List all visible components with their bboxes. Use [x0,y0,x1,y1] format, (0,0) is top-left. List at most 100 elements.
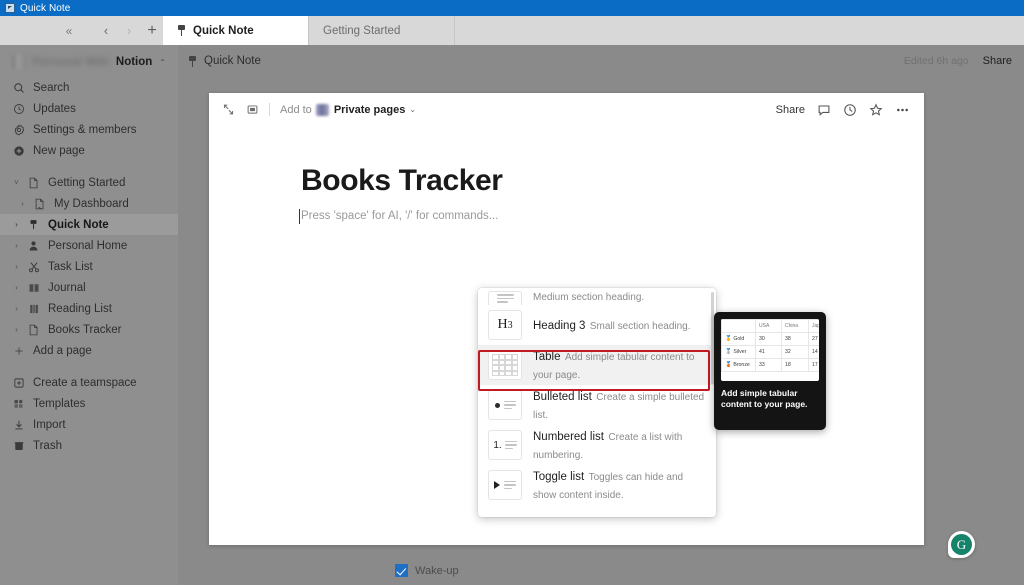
slash-menu-list: Medium section heading. H3 Heading 3 Sma… [478,288,716,505]
toolbar-divider [269,103,270,116]
forward-button[interactable]: › [118,19,140,43]
more-horizontal-icon[interactable] [895,103,910,117]
toggle-list-icon [488,470,522,500]
history-clock-icon[interactable] [843,103,857,117]
menu-item-text: Table Add simple tabular content to your… [533,347,706,383]
sidebar-item-getting-started[interactable]: ˅ Getting Started [0,172,178,193]
sidebar-item-books-tracker[interactable]: › Books Tracker [0,319,178,340]
comment-icon[interactable] [817,103,831,117]
table-cell: 17 [808,358,819,372]
menu-item-title: Toggle list [533,471,585,483]
chevron-right-icon[interactable]: › [12,283,21,292]
sidebar-item-label: Task List [48,260,93,273]
page-title[interactable]: Books Tracker [301,164,924,198]
sidebar-item-label: Journal [48,281,86,294]
sidebar-item-import[interactable]: Import [0,414,178,435]
menu-item-numbered-list[interactable]: 1. Numbered list Create a list with numb… [478,425,716,465]
pin-icon [188,55,197,67]
add-to-label: Add to [280,103,312,116]
plus-icon [12,344,25,357]
sidebar-item-task-list[interactable]: › Task List [0,256,178,277]
chevron-updown-icon: ⌃ [159,57,166,67]
row-label: Gold [733,336,745,342]
sidebar-item-journal[interactable]: › Journal [0,277,178,298]
table-row: 🥇 Gold 30 38 27 [721,332,819,346]
column-header: USA [755,319,782,333]
sidebar-item-my-dashboard[interactable]: › My Dashboard [0,193,178,214]
sidebar-item-templates[interactable]: Templates [0,393,178,414]
new-tab-button[interactable]: + [141,19,163,43]
sidebar-item-label: Import [33,418,66,431]
scissors-icon [27,260,40,273]
window-icon[interactable] [246,103,259,116]
chevron-right-icon[interactable]: › [12,241,21,250]
menu-item-text: Medium section heading. [533,288,644,305]
star-icon[interactable] [869,102,883,117]
window-titlebar: Quick Note [0,0,1024,16]
sidebar-item-label: Personal Home [48,239,128,252]
workspace-avatar [12,55,27,69]
sidebar-item-settings[interactable]: Settings & members [0,119,178,140]
expand-arrows-icon[interactable] [222,103,235,116]
sidebar-item-reading-list[interactable]: › Reading List [0,298,178,319]
sidebar-item-updates[interactable]: Updates [0,98,178,119]
table-row: 🥈 Silver 41 32 14 [721,345,819,359]
chevron-right-icon[interactable]: › [12,262,21,271]
sidebar-item-search[interactable]: Search [0,77,178,98]
preview-tooltip: USA China Japan 🥇Gold 30 38 27 [714,312,826,430]
column-header [721,319,756,333]
sidebar-item-label: Settings & members [33,123,137,136]
teamspace-icon [12,376,25,389]
table-cell: 30 [755,332,782,346]
sidebar-item-label: Create a teamspace [33,376,137,389]
placeholder-text: Press 'space' for AI, '/' for commands..… [301,210,499,222]
page-icon [27,323,40,336]
chevron-down-icon[interactable]: ⌄ [409,105,416,114]
sidebar-item-label: Getting Started [48,176,126,189]
sidebar-item-label: Reading List [48,302,112,315]
table-icon [488,350,522,380]
breadcrumb[interactable]: Quick Note [188,55,261,67]
menu-item-bulleted-list[interactable]: Bulleted list Create a simple bulleted l… [478,385,716,425]
menu-item-title: Heading 3 [533,320,586,332]
row-label-cell: 🥇 Gold [721,332,756,346]
chevron-right-icon[interactable]: › [12,325,21,334]
wake-up-checkbox[interactable] [395,564,408,577]
heading-3-icon: H3 [488,310,522,340]
menu-item-text: Bulleted list Create a simple bulleted l… [533,387,706,423]
tab-quick-note[interactable]: Quick Note [163,16,309,45]
chevron-right-icon[interactable]: › [12,304,21,313]
wake-up-item[interactable]: Wake-up [395,564,459,577]
tab-getting-started[interactable]: Getting Started [309,16,455,45]
menu-item-heading-3[interactable]: H3 Heading 3 Small section heading. [478,305,716,345]
editor-placeholder[interactable]: Press 'space' for AI, '/' for commands..… [299,209,924,224]
search-icon [12,81,25,94]
menu-item-table[interactable]: Table Add simple tabular content to your… [478,345,716,385]
sidebar-item-personal-home[interactable]: › Personal Home [0,235,178,256]
sidebar-item-new-page[interactable]: New page [0,140,178,161]
tab-label: Getting Started [323,24,401,37]
sidebar-item-label: Updates [33,102,76,115]
page-header: Quick Note Edited 6h ago Share [178,45,1024,77]
destination-selector[interactable]: Private pages [334,104,406,116]
chevron-right-icon[interactable]: › [12,220,21,229]
chevron-down-icon[interactable]: ˅ [12,178,21,187]
workspace-switcher[interactable]: Personal Wiki Notion ⌃ [0,47,178,77]
back-button[interactable]: ‹ [95,19,117,43]
sidebar-add-page-button[interactable]: Add a page [0,340,178,361]
person-icon [27,239,40,252]
sidebar-item-quick-note[interactable]: › Quick Note [0,214,178,235]
sidebar-item-create-teamspace[interactable]: Create a teamspace [0,372,178,393]
sidebar-item-trash[interactable]: Trash [0,435,178,456]
collapse-sidebar-button[interactable]: « [58,19,80,43]
books-icon [27,302,40,315]
doc-share-button[interactable]: Share [776,104,805,116]
bulleted-list-icon [488,390,522,420]
chevron-right-icon[interactable]: › [18,199,27,208]
tab-strip: « ‹ › + Quick Note Getting Started [0,16,1024,45]
grammarly-button[interactable]: G [948,531,975,558]
share-button[interactable]: Share [983,55,1012,67]
menu-item-heading-2[interactable]: Medium section heading. [478,288,716,305]
menu-item-toggle-list[interactable]: Toggle list Toggles can hide and show co… [478,465,716,505]
table-cell: 27 [808,332,819,346]
